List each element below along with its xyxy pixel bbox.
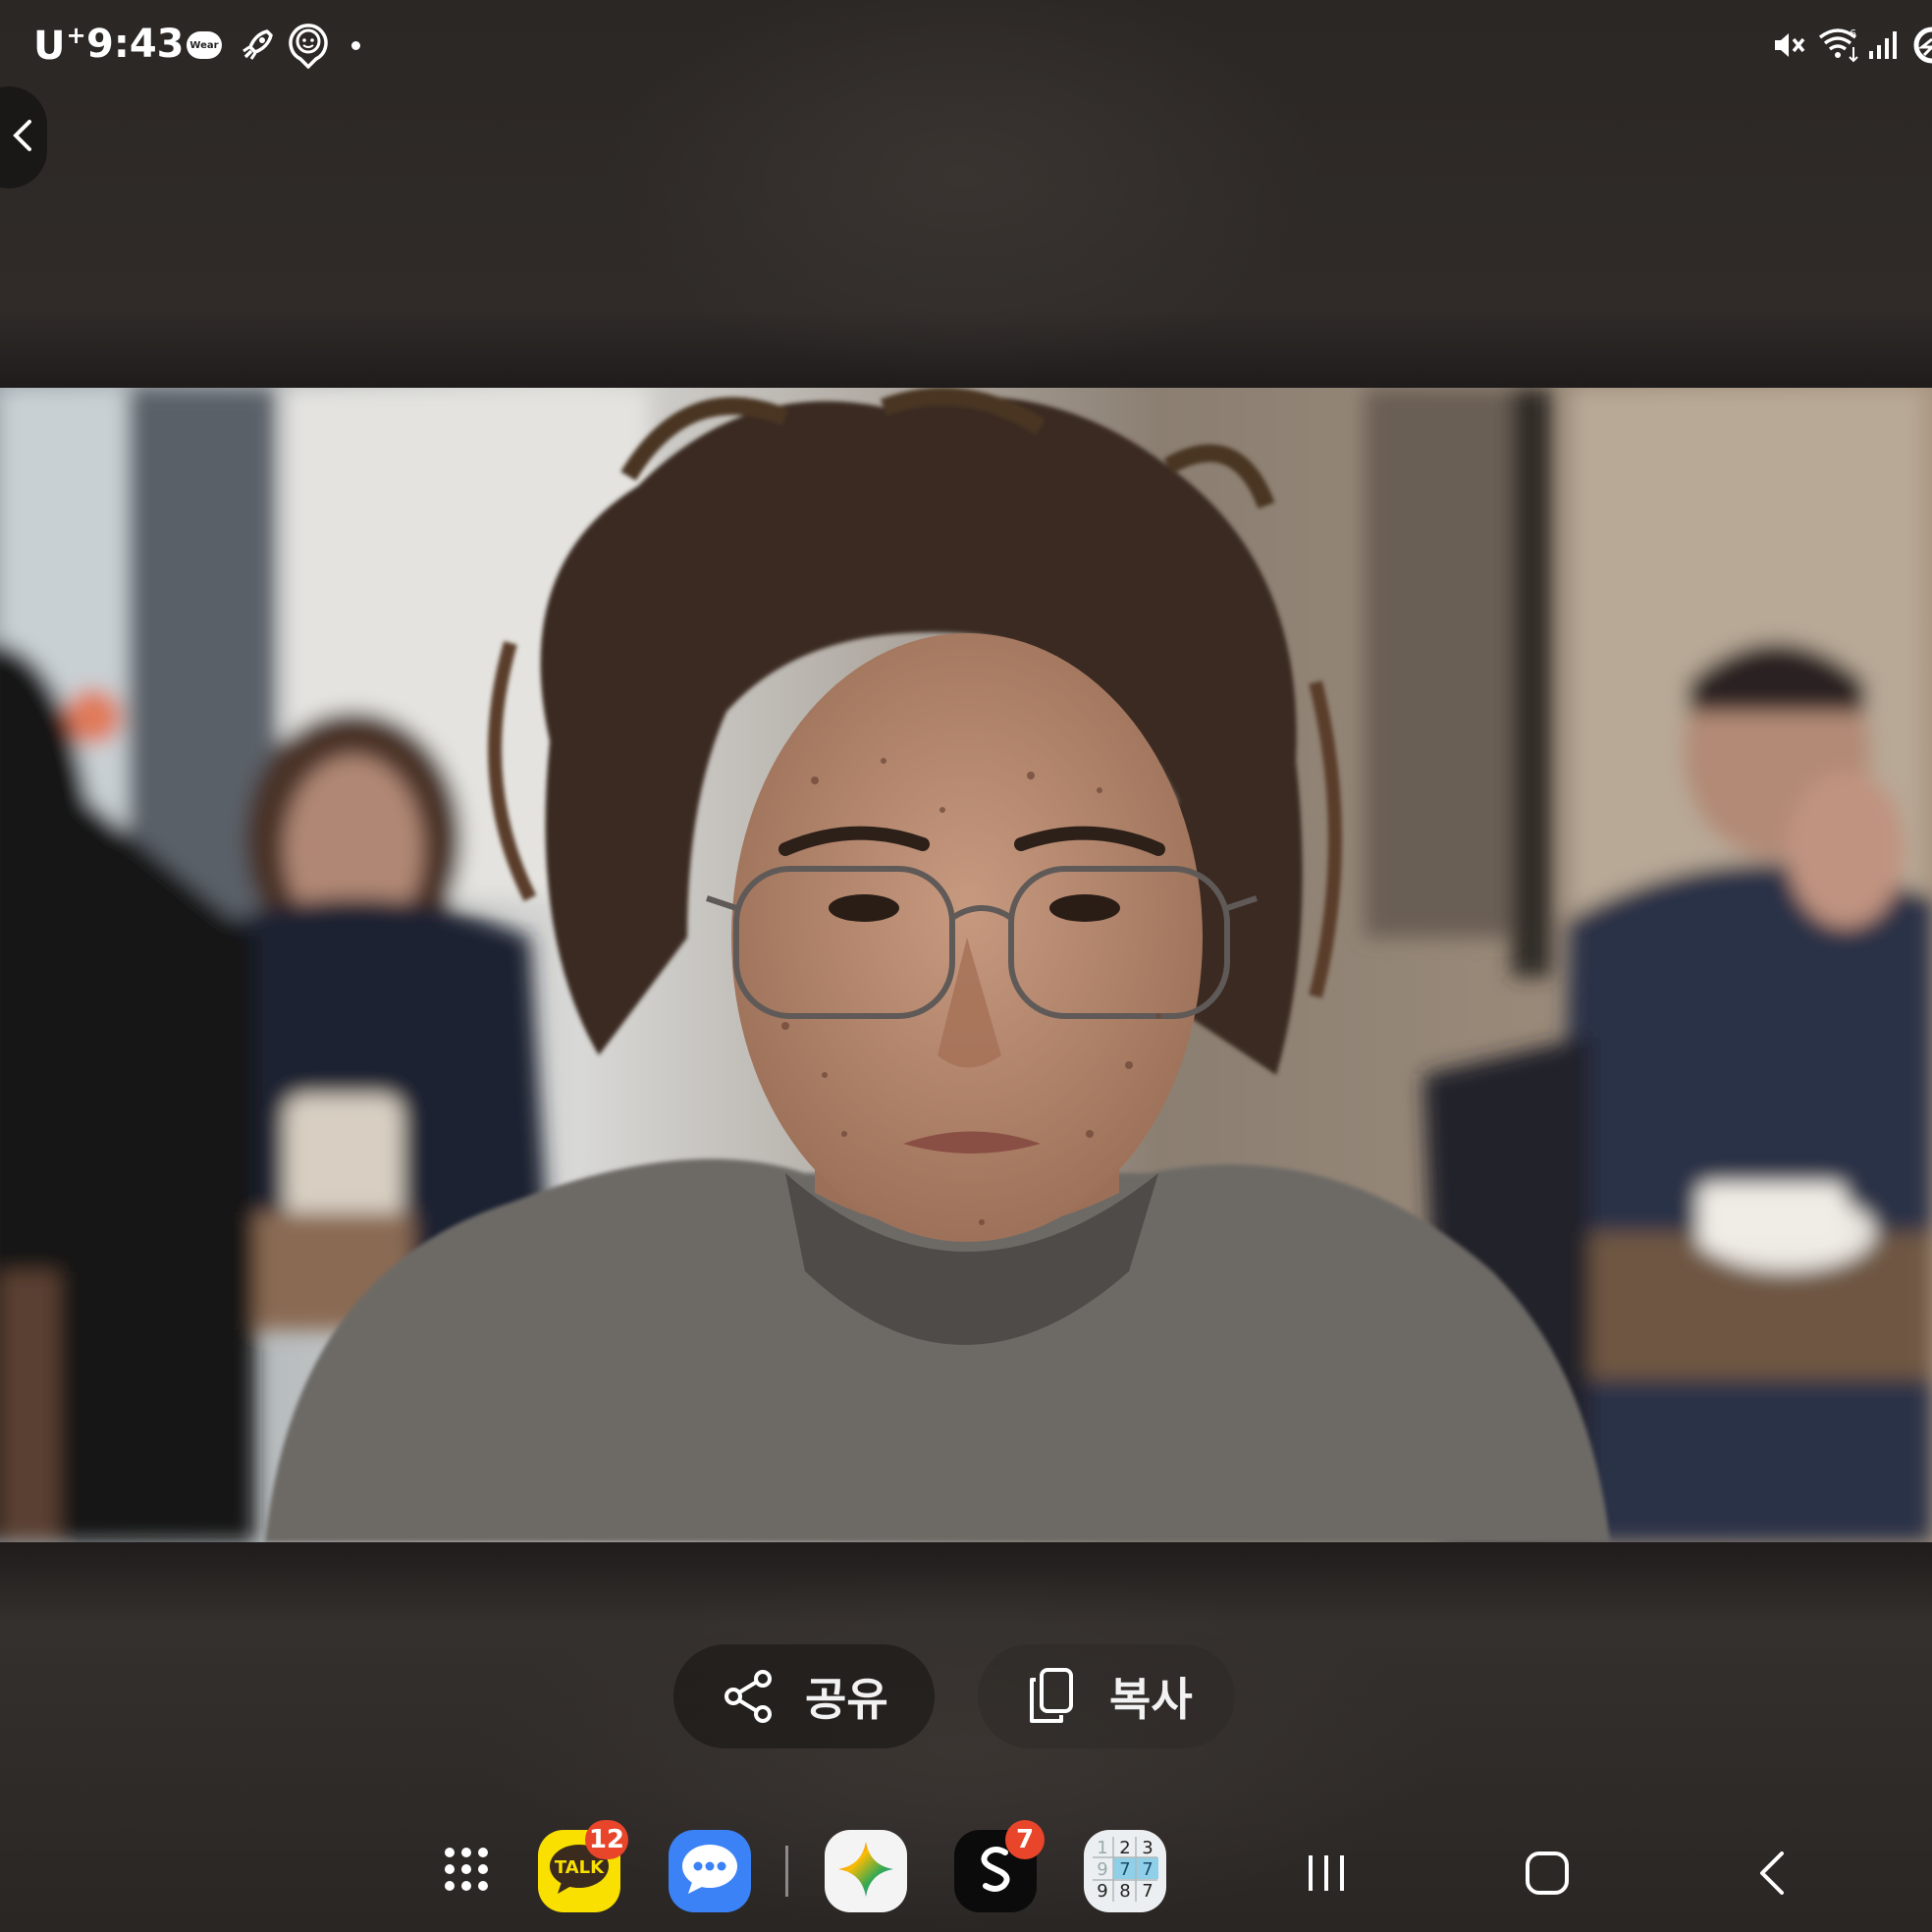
battery-icon [1908,26,1932,65]
taskbar-divider [785,1846,788,1897]
svg-text:6: 6 [1850,27,1856,40]
apps-grid-button[interactable] [425,1830,508,1912]
share-button[interactable]: 공유 [673,1644,935,1748]
nav-back-button[interactable] [1732,1836,1810,1914]
sudoku-app[interactable]: 1 2 3 9 7 7 9 8 7 [1084,1830,1166,1912]
grid-icon [442,1845,491,1898]
copy-label: 복사 [1109,1673,1193,1726]
clock: 9:43 [86,22,185,67]
photo-preview[interactable] [0,388,1932,1542]
svg-text:9: 9 [1097,1859,1107,1880]
kakaotalk-badge: 12 [584,1820,628,1859]
copy-icon [1025,1668,1082,1725]
sudoku-icon: 1 2 3 9 7 7 9 8 7 [1091,1835,1159,1907]
copy-button[interactable]: 복사 [978,1644,1235,1748]
kakaotalk-app[interactable]: TALK 12 [538,1820,628,1912]
messages-app[interactable] [669,1830,751,1912]
svg-text:8: 8 [1119,1881,1130,1902]
s-app-badge: 7 [1005,1820,1045,1859]
svg-text:7: 7 [1142,1881,1153,1902]
svg-text:TALK: TALK [555,1857,605,1878]
signal-icon [1865,26,1901,65]
mute-icon [1771,26,1806,65]
svg-text:7: 7 [1119,1859,1130,1880]
svg-text:1: 1 [1097,1838,1107,1858]
carrier-label: U+ [33,22,87,69]
watch-face-icon [287,24,330,69]
rocket-icon [236,26,279,65]
home-button[interactable] [1508,1836,1586,1914]
wear-icon: Wear [187,31,222,59]
recents-button[interactable] [1287,1836,1366,1914]
home-icon [1525,1851,1570,1900]
chevron-left-icon [12,116,35,159]
svg-text:7: 7 [1142,1859,1153,1880]
back-icon [1756,1850,1786,1901]
share-label: 공유 [805,1673,888,1726]
status-bar: U+ 9:43 Wear 6 [0,0,1932,94]
s-app[interactable]: 7 [954,1820,1045,1912]
wifi-icon: 6 [1818,26,1861,65]
sparkle-icon [836,1840,895,1903]
share-icon [721,1668,778,1725]
taskbar: TALK 12 7 1 2 3 9 7 7 9 8 7 [0,1816,1932,1932]
recents-icon [1305,1852,1348,1899]
gemini-app[interactable] [825,1830,907,1912]
svg-text:3: 3 [1142,1838,1153,1858]
svg-text:2: 2 [1119,1838,1130,1858]
notification-dot-icon [349,26,361,65]
svg-text:9: 9 [1097,1881,1107,1902]
chat-bubble-icon [680,1843,739,1900]
